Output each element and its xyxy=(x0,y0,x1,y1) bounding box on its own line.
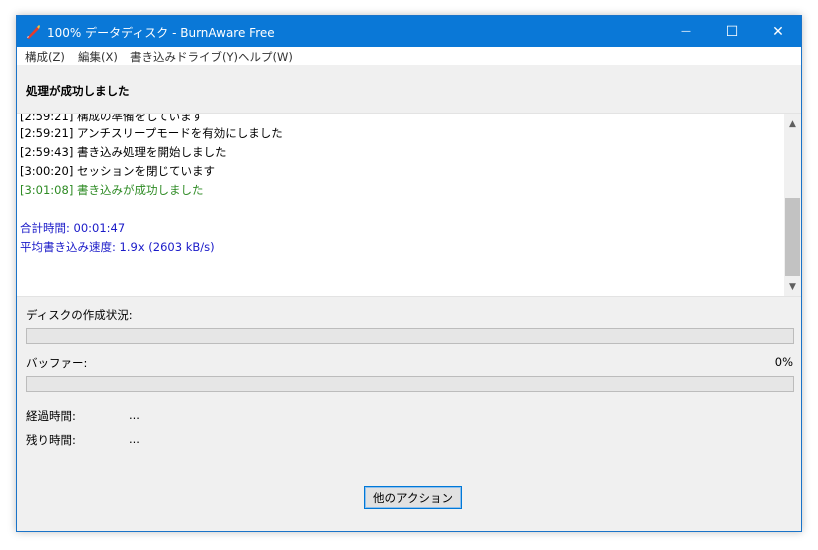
burnaware-flame-icon xyxy=(27,25,40,39)
log-line: [2:59:43] 書き込み処理を開始しました xyxy=(20,145,227,159)
minimize-button[interactable]: — xyxy=(663,16,709,47)
status-area: 処理が成功しました xyxy=(17,65,801,113)
elapsed-time-value: ... xyxy=(129,408,140,422)
log-scrollbar[interactable]: ▲ ▼ xyxy=(784,114,801,296)
log-panel[interactable]: [2:59:21] 構成の準備をしています [2:59:21] アンチスリープモ… xyxy=(17,113,801,297)
buffer-label: バッファー: xyxy=(26,356,88,370)
remaining-time-value: ... xyxy=(129,432,140,446)
log-line: [2:59:21] アンチスリープモードを有効にしました xyxy=(20,126,283,140)
scroll-up-arrow-icon[interactable]: ▲ xyxy=(784,115,801,132)
menu-help[interactable]: ヘルプ(W) xyxy=(238,49,293,65)
menu-recorder[interactable]: 書き込みドライブ(Y) xyxy=(130,49,238,65)
minimize-icon: — xyxy=(681,26,691,37)
menu-configure[interactable]: 構成(Z) xyxy=(25,49,65,65)
close-icon: ✕ xyxy=(772,23,784,40)
disc-progress-bar xyxy=(26,328,794,344)
more-actions-button[interactable]: 他のアクション xyxy=(364,486,462,509)
log-line: 合計時間: 00:01:47 xyxy=(20,221,126,235)
close-button[interactable]: ✕ xyxy=(755,16,801,47)
remaining-time-label: 残り時間: xyxy=(26,433,76,447)
app-window: 100% データディスク - BurnAware Free — ☐ ✕ 構成(Z… xyxy=(16,15,802,532)
log-line: [3:00:20] セッションを閉じています xyxy=(20,164,215,178)
scroll-down-arrow-icon[interactable]: ▼ xyxy=(784,278,801,295)
maximize-icon: ☐ xyxy=(725,23,739,40)
window-title: 100% データディスク - BurnAware Free xyxy=(47,26,275,40)
log-line: [2:59:21] 構成の準備をしています xyxy=(20,113,204,123)
buffer-progress-bar xyxy=(26,376,794,392)
title-bar[interactable]: 100% データディスク - BurnAware Free — ☐ ✕ xyxy=(17,16,801,47)
log-line: [3:01:08] 書き込みが成功しました xyxy=(20,183,204,197)
disc-progress-label: ディスクの作成状況: xyxy=(26,308,133,322)
status-message: 処理が成功しました xyxy=(26,84,130,98)
buffer-percent: 0% xyxy=(774,355,793,369)
log-line: 平均書き込み速度: 1.9x (2603 kB/s) xyxy=(20,240,215,254)
scroll-thumb[interactable] xyxy=(785,198,800,276)
menu-bar: 構成(Z) 編集(X) 書き込みドライブ(Y) ヘルプ(W) xyxy=(17,47,801,65)
maximize-button[interactable]: ☐ xyxy=(709,16,755,47)
elapsed-time-label: 経過時間: xyxy=(26,409,76,423)
menu-edit[interactable]: 編集(X) xyxy=(78,49,118,65)
